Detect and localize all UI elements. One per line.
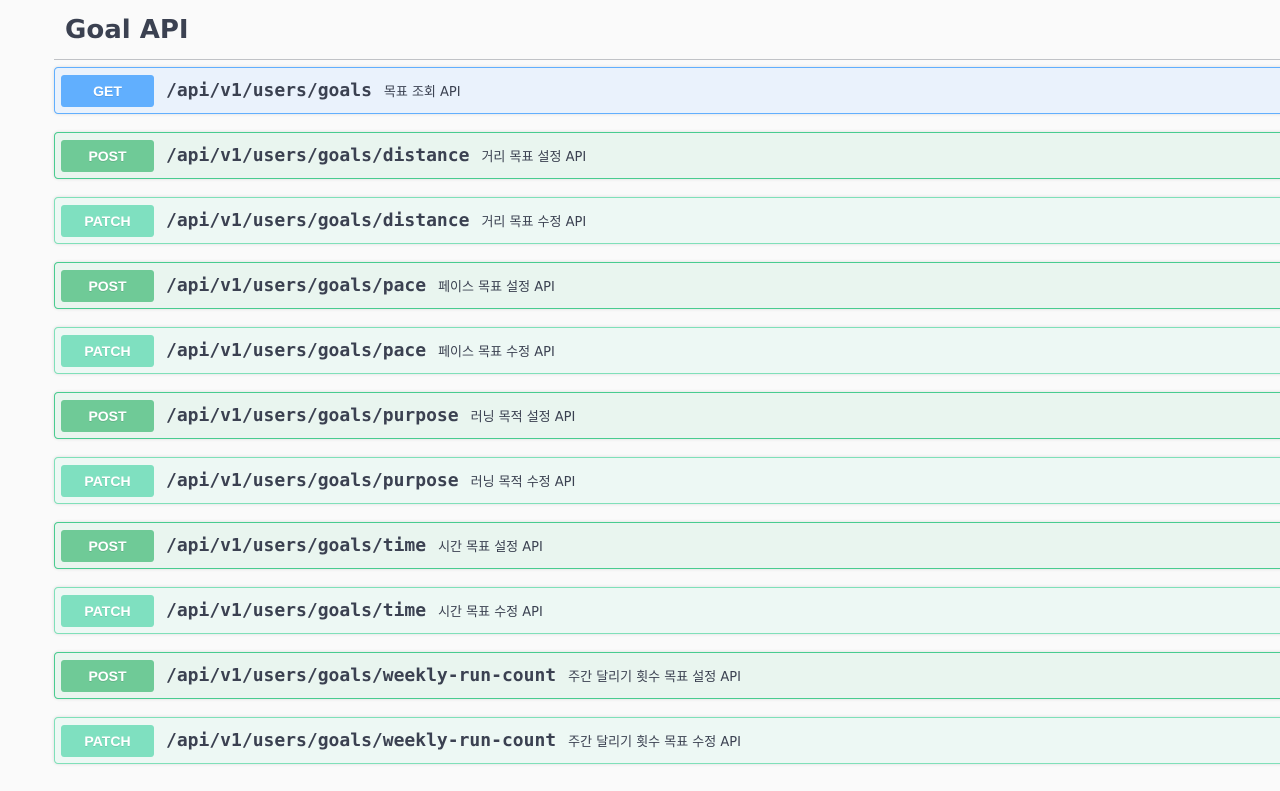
operation-row-patch-weekly-run-count[interactable]: PATCH /api/v1/users/goals/weekly-run-cou…: [54, 717, 1280, 764]
operation-summary: 거리 목표 수정 API: [481, 215, 587, 230]
operation-path: /api/v1/users/goals/time: [166, 600, 427, 621]
operation-summary: 목표 조회 API: [383, 85, 461, 100]
operation-summary: 주간 달리기 횟수 목표 설정 API: [568, 670, 741, 685]
operation-row-patch-time[interactable]: PATCH /api/v1/users/goals/time 시간 목표 수정 …: [54, 587, 1280, 634]
operation-summary: 주간 달리기 횟수 목표 수정 API: [568, 735, 741, 750]
method-badge: POST: [61, 399, 154, 432]
operation-path: /api/v1/users/goals: [166, 80, 372, 101]
method-badge: PATCH: [61, 594, 154, 627]
operation-summary: 러닝 목적 설정 API: [470, 410, 576, 425]
method-badge: PATCH: [61, 724, 154, 757]
method-badge: POST: [61, 139, 154, 172]
operation-path: /api/v1/users/goals/purpose: [166, 405, 459, 426]
operation-summary: 시간 목표 설정 API: [438, 540, 543, 555]
operation-summary: 페이스 목표 수정 API: [438, 345, 555, 360]
operations-list: GET /api/v1/users/goals 목표 조회 API POST /…: [54, 67, 1280, 782]
operation-summary: 페이스 목표 설정 API: [438, 280, 555, 295]
goal-api-section: Goal API GET /api/v1/users/goals 목표 조회 A…: [54, 0, 1280, 764]
method-badge: PATCH: [61, 334, 154, 367]
operation-row-post-purpose[interactable]: POST /api/v1/users/goals/purpose 러닝 목적 설…: [54, 392, 1280, 439]
operation-row-post-distance[interactable]: POST /api/v1/users/goals/distance 거리 목표 …: [54, 132, 1280, 179]
operation-row-patch-pace[interactable]: PATCH /api/v1/users/goals/pace 페이스 목표 수정…: [54, 327, 1280, 374]
operation-summary: 러닝 목적 수정 API: [470, 475, 576, 490]
operation-row-patch-distance[interactable]: PATCH /api/v1/users/goals/distance 거리 목표…: [54, 197, 1280, 244]
operation-path: /api/v1/users/goals/time: [166, 535, 427, 556]
method-badge: POST: [61, 659, 154, 692]
operation-summary: 시간 목표 수정 API: [438, 605, 543, 620]
operation-path: /api/v1/users/goals/weekly-run-count: [166, 665, 557, 686]
operation-row-patch-purpose[interactable]: PATCH /api/v1/users/goals/purpose 러닝 목적 …: [54, 457, 1280, 504]
operation-row-get-goals[interactable]: GET /api/v1/users/goals 목표 조회 API: [54, 67, 1280, 114]
operation-row-post-weekly-run-count[interactable]: POST /api/v1/users/goals/weekly-run-coun…: [54, 652, 1280, 699]
operation-path: /api/v1/users/goals/purpose: [166, 470, 459, 491]
operation-path: /api/v1/users/goals/distance: [166, 210, 470, 231]
section-title[interactable]: Goal API: [54, 0, 1280, 60]
method-badge: POST: [61, 529, 154, 562]
method-badge: PATCH: [61, 464, 154, 497]
operation-summary: 거리 목표 설정 API: [481, 150, 587, 165]
operation-path: /api/v1/users/goals/pace: [166, 275, 427, 296]
section-title-text: Goal API: [65, 14, 189, 45]
operation-row-post-pace[interactable]: POST /api/v1/users/goals/pace 페이스 목표 설정 …: [54, 262, 1280, 309]
method-badge: GET: [61, 74, 154, 107]
method-badge: POST: [61, 269, 154, 302]
operation-path: /api/v1/users/goals/weekly-run-count: [166, 730, 557, 751]
operation-row-post-time[interactable]: POST /api/v1/users/goals/time 시간 목표 설정 A…: [54, 522, 1280, 569]
method-badge: PATCH: [61, 204, 154, 237]
operation-path: /api/v1/users/goals/pace: [166, 340, 427, 361]
operation-path: /api/v1/users/goals/distance: [166, 145, 470, 166]
